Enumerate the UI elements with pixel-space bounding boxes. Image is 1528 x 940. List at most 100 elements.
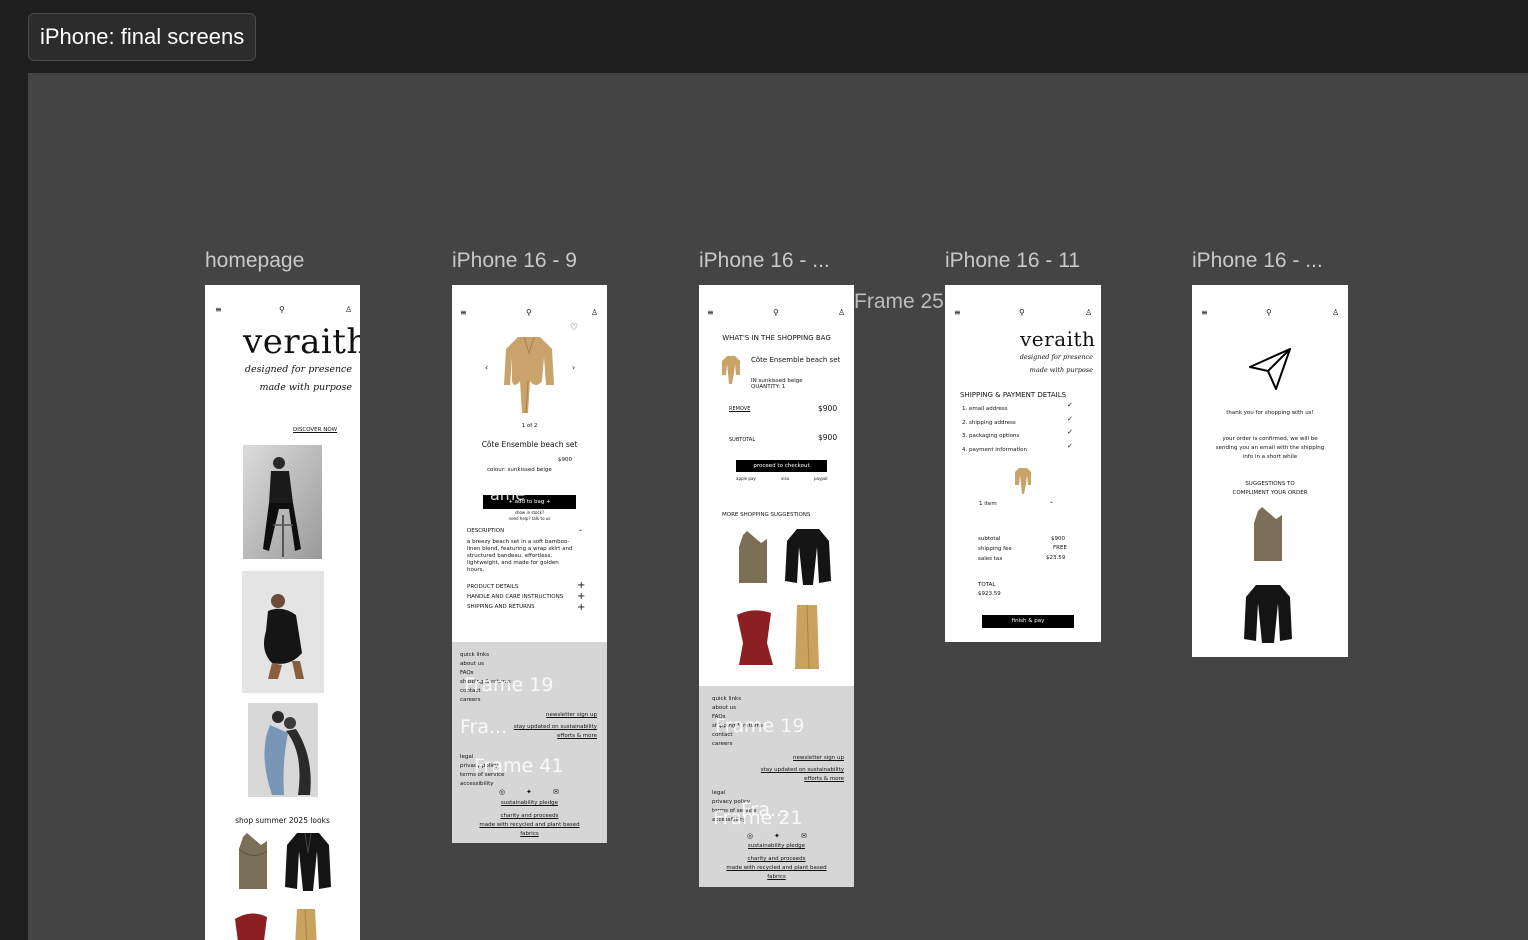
mail-icon[interactable]: ✉ xyxy=(801,832,807,840)
mail-icon[interactable]: ✉ xyxy=(553,788,559,796)
user-icon[interactable]: ♙ xyxy=(591,309,598,317)
menu-icon[interactable]: ≡ xyxy=(954,309,961,317)
checkout-step[interactable]: 2. shipping address xyxy=(962,420,1016,427)
heart-icon[interactable]: ♡ xyxy=(570,323,578,333)
search-icon[interactable]: ⚲ xyxy=(526,309,532,317)
search-icon[interactable]: ⚲ xyxy=(1019,309,1025,317)
suggestion-red[interactable] xyxy=(733,607,775,669)
checkout-step[interactable]: 3. packaging options xyxy=(962,433,1019,440)
fabrics-link[interactable]: made with recycled and plant based xyxy=(452,822,607,829)
twitter-icon[interactable]: ✦ xyxy=(526,788,532,796)
footer-link[interactable]: about us xyxy=(712,705,736,712)
menu-icon[interactable]: ≡ xyxy=(215,306,222,314)
search-icon[interactable]: ⚲ xyxy=(1266,309,1272,317)
charity-link[interactable]: charity and proceeds xyxy=(699,856,854,863)
fabrics-link-2[interactable]: fabrics xyxy=(699,874,854,881)
instagram-icon[interactable]: ◎ xyxy=(747,832,753,840)
bag-item-photo xyxy=(722,356,740,384)
pay-option-paypal[interactable]: paypal xyxy=(814,476,827,481)
pledge-link[interactable]: sustainability pledge xyxy=(452,800,607,807)
product-thumb-skirt[interactable] xyxy=(293,907,319,940)
search-icon[interactable]: ⚲ xyxy=(773,309,779,317)
thanks-text: thank you for shopping with us! xyxy=(1226,410,1314,416)
fabrics-link-2[interactable]: fabrics xyxy=(452,831,607,838)
product-thumb-top[interactable] xyxy=(233,831,273,891)
frame-label-product[interactable]: iPhone 16 - 9 xyxy=(452,249,577,273)
menu-icon[interactable]: ≡ xyxy=(1201,309,1208,317)
confirm-line-2: sending you an email with the shipping xyxy=(1215,445,1325,451)
chevron-right-icon[interactable]: › xyxy=(572,363,575,372)
user-icon[interactable]: ♙ xyxy=(1332,309,1339,317)
frame-label-frame25[interactable]: Frame 25 xyxy=(854,290,944,314)
suggestion-skirt[interactable] xyxy=(793,603,821,671)
product-thumb-red[interactable] xyxy=(231,909,271,940)
finish-pay-button[interactable]: finish & pay xyxy=(982,615,1074,628)
page-title[interactable]: iPhone: final screens xyxy=(28,13,257,61)
bag-item-name: Côte Ensemble beach set xyxy=(751,356,841,364)
send-icon xyxy=(1249,348,1291,390)
product-frame[interactable]: ≡ ⚲ ♙ ♡ ‹ › 1 of 2 Côte Ensemble beach s… xyxy=(452,285,607,843)
frame-label-checkout[interactable]: iPhone 16 - 11 xyxy=(945,249,1080,273)
search-icon[interactable]: ⚲ xyxy=(279,306,285,314)
footer-link[interactable]: careers xyxy=(712,741,732,748)
discover-link[interactable]: DISCOVER NOW xyxy=(293,427,337,434)
suggestion-top[interactable] xyxy=(1250,505,1286,563)
menu-icon[interactable]: ≡ xyxy=(460,309,467,317)
chevron-down-icon[interactable]: ⌄ xyxy=(578,526,583,533)
accordion-shipping[interactable]: SHIPPING AND RETURNS xyxy=(467,604,535,611)
sustainability-link-2[interactable]: efforts & more xyxy=(804,776,844,783)
checkout-items[interactable]: 1 item xyxy=(979,501,997,508)
homepage-frame[interactable]: ≡ ⚲ ♙ veraith designed for presence made… xyxy=(205,285,360,940)
stock-link[interactable]: show in stock? xyxy=(452,510,607,515)
design-canvas[interactable]: homepage iPhone 16 - 9 iPhone 16 - ... i… xyxy=(28,73,1528,940)
bag-item-qty: QUANTITY: 1 xyxy=(751,384,786,390)
frame-label-homepage[interactable]: homepage xyxy=(205,249,304,273)
checkout-button[interactable]: proceed to checkout xyxy=(736,460,827,472)
checkout-frame[interactable]: ≡ ⚲ ♙ veraith designed for presence made… xyxy=(945,285,1101,642)
shipping-label: shipping fee xyxy=(978,546,1012,552)
product-price: $900 xyxy=(558,457,572,463)
fabrics-link[interactable]: made with recycled and plant based xyxy=(699,865,854,872)
pay-option-apple[interactable]: apple pay xyxy=(736,476,756,481)
image-counter: 1 of 2 xyxy=(521,423,538,429)
legal-link[interactable]: accessibility xyxy=(460,781,494,788)
chevron-down-icon[interactable]: ⌄ xyxy=(1049,498,1054,505)
sustainability-link-2[interactable]: efforts & more xyxy=(557,733,597,740)
confirmation-frame[interactable]: ≡ ⚲ ♙ thank you for shopping with us! yo… xyxy=(1192,285,1348,657)
plus-icon[interactable]: + xyxy=(577,580,585,591)
newsletter-link[interactable]: newsletter sign up xyxy=(793,755,844,762)
user-icon[interactable]: ♙ xyxy=(1085,309,1092,317)
twitter-icon[interactable]: ✦ xyxy=(774,832,780,840)
pay-option-visa[interactable]: visa xyxy=(781,476,789,481)
pledge-link[interactable]: sustainability pledge xyxy=(699,843,854,850)
help-link[interactable]: need help? talk to us xyxy=(452,516,607,521)
plus-icon[interactable]: + xyxy=(577,591,585,602)
accordion-care[interactable]: HANDLE AND CARE INSTRUCTIONS xyxy=(467,594,563,601)
instagram-icon[interactable]: ◎ xyxy=(499,788,505,796)
suggestion-jacket[interactable] xyxy=(785,525,831,587)
chevron-left-icon[interactable]: ‹ xyxy=(485,363,488,372)
suggestion-top[interactable] xyxy=(735,529,771,585)
sustainability-link[interactable]: stay updated on sustainability xyxy=(761,767,844,774)
newsletter-link[interactable]: newsletter sign up xyxy=(546,712,597,719)
remove-link[interactable]: REMOVE xyxy=(729,406,750,413)
footer-link[interactable]: careers xyxy=(460,697,480,704)
menu-icon[interactable]: ≡ xyxy=(707,309,714,317)
checkout-step[interactable]: 4. payment information xyxy=(962,447,1027,454)
checkout-step[interactable]: 1. email address xyxy=(962,406,1008,413)
suggestion-jacket[interactable] xyxy=(1244,581,1292,645)
frame-label-bag[interactable]: iPhone 16 - ... xyxy=(699,249,830,273)
accordion-product-details[interactable]: PRODUCT DETAILS xyxy=(467,584,518,591)
user-icon[interactable]: ♙ xyxy=(838,309,845,317)
sustainability-link[interactable]: stay updated on sustainability xyxy=(514,724,597,731)
description-body: a breezy beach set in a soft bamboo-line… xyxy=(467,539,573,573)
bag-frame[interactable]: ≡ ⚲ ♙ WHAT'S IN THE SHOPPING BAG Côte En… xyxy=(699,285,854,887)
description-heading[interactable]: DESCRIPTION xyxy=(467,528,504,535)
user-icon[interactable]: ♙ xyxy=(345,306,352,314)
frame-label-confirm[interactable]: iPhone 16 - ... xyxy=(1192,249,1323,273)
charity-link[interactable]: charity and proceeds xyxy=(452,813,607,820)
product-thumb-jacket[interactable] xyxy=(283,829,333,893)
footer-link[interactable]: about us xyxy=(460,661,484,668)
ghost-label: Frame 21 xyxy=(713,807,803,829)
plus-icon[interactable]: + xyxy=(577,602,585,613)
